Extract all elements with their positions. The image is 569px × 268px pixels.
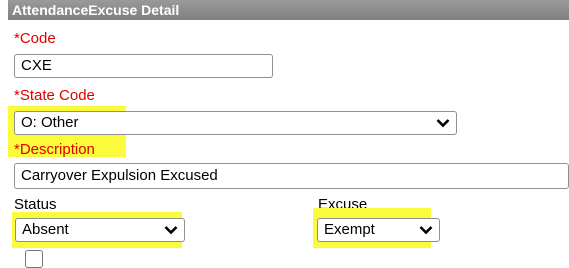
section-title: AttendanceExcuse Detail (12, 2, 180, 18)
code-label: *Code (14, 30, 56, 47)
chevron-down-icon (164, 226, 178, 235)
section-header: AttendanceExcuse Detail (8, 0, 569, 20)
status-label: Status (14, 196, 57, 213)
excuse-select[interactable]: Exempt (317, 218, 440, 242)
description-input[interactable]: Carryover Expulsion Excused (14, 163, 569, 189)
checkbox[interactable] (25, 250, 43, 268)
chevron-down-icon (419, 226, 433, 235)
state-code-label: *State Code (14, 87, 95, 104)
status-select[interactable]: Absent (15, 218, 185, 242)
code-input[interactable]: CXE (14, 54, 273, 78)
state-code-select[interactable]: O: Other (14, 111, 457, 135)
description-label: *Description (14, 141, 95, 158)
chevron-down-icon (436, 119, 450, 128)
